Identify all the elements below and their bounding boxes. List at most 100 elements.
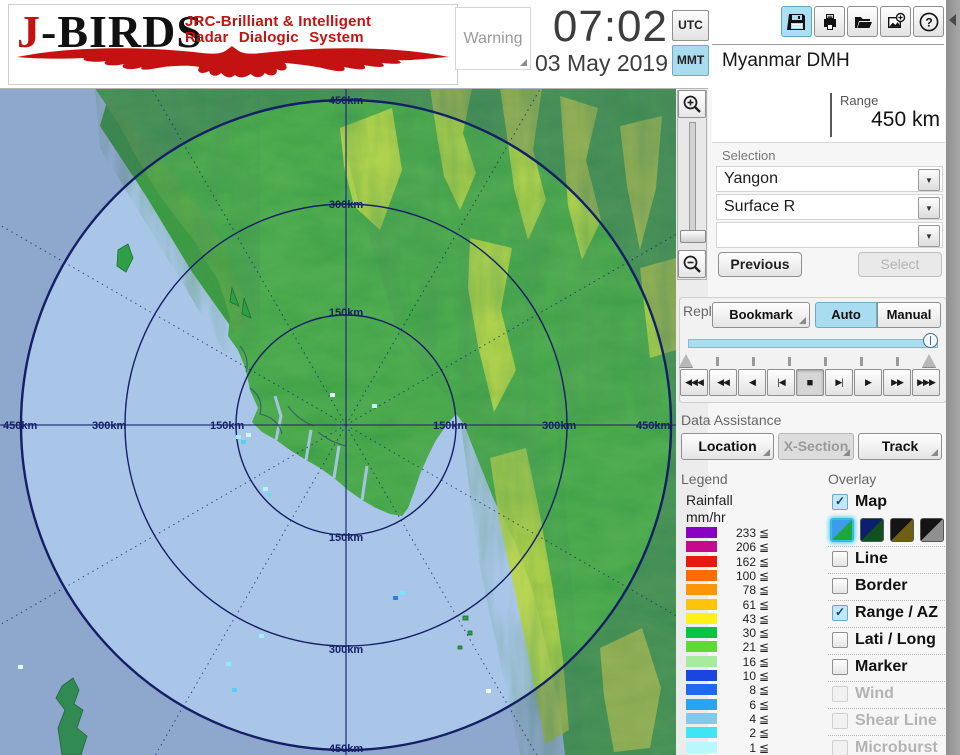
legend-swatch bbox=[686, 527, 717, 538]
legend-suffix: ≦ bbox=[759, 698, 769, 712]
marker-checkbox[interactable] bbox=[832, 659, 848, 675]
legend-swatch bbox=[686, 613, 717, 624]
lati-long-checkbox[interactable] bbox=[832, 632, 848, 648]
map-style-swatch-2[interactable] bbox=[860, 518, 884, 542]
overlay-row: Marker bbox=[828, 654, 945, 681]
rain-echo bbox=[259, 634, 264, 638]
rain-echo bbox=[263, 487, 268, 491]
selection-dropdown-3[interactable]: ▼ bbox=[716, 222, 943, 248]
playback-button-6[interactable]: ▶ bbox=[854, 369, 882, 396]
legend-row: 1≦ bbox=[686, 742, 816, 754]
playback-button-7[interactable]: ▶▶ bbox=[883, 369, 911, 396]
chevron-down-icon[interactable]: ▼ bbox=[918, 169, 940, 191]
legend-row: 162≦ bbox=[686, 556, 816, 568]
clock-time: 07:02 bbox=[500, 2, 668, 52]
overlay-item-label: Wind bbox=[855, 685, 894, 703]
legend-row: 2≦ bbox=[686, 727, 816, 739]
legend-suffix: ≦ bbox=[759, 712, 769, 726]
manual-button[interactable]: Manual bbox=[877, 302, 941, 328]
legend-value: 78 bbox=[720, 583, 756, 597]
auto-button[interactable]: Auto bbox=[815, 302, 877, 328]
panel-collapse-strip[interactable] bbox=[946, 0, 960, 755]
rain-echo bbox=[241, 440, 246, 444]
legend-row: 206≦ bbox=[686, 541, 816, 553]
map-style-swatch-1[interactable] bbox=[830, 518, 854, 542]
location-button[interactable]: Location bbox=[681, 433, 774, 460]
radar-map[interactable]: 450km 300km 150km 150km 300km 450km 450k… bbox=[0, 88, 676, 755]
map-style-swatch-3[interactable] bbox=[890, 518, 914, 542]
mmt-button[interactable]: MMT bbox=[672, 45, 709, 76]
help-icon: ? bbox=[918, 11, 940, 33]
map-checkbox[interactable]: ✓ bbox=[832, 494, 848, 510]
legend-suffix: ≦ bbox=[759, 569, 769, 583]
ring-label: 150km bbox=[433, 420, 467, 432]
playback-button-1[interactable]: ◀◀ bbox=[709, 369, 737, 396]
rain-echo bbox=[267, 493, 272, 497]
map-style-swatch-4[interactable] bbox=[920, 518, 944, 542]
help-button[interactable]: ? bbox=[913, 6, 944, 37]
selection-dropdown-2-value: Surface R bbox=[724, 198, 795, 216]
slider-start-marker[interactable] bbox=[679, 354, 693, 367]
zoom-in-icon bbox=[682, 94, 702, 114]
print-button[interactable] bbox=[814, 6, 845, 37]
rain-echo bbox=[372, 404, 377, 408]
track-button[interactable]: Track bbox=[858, 433, 942, 460]
row-separator bbox=[828, 573, 945, 574]
playback-button-4[interactable]: ■ bbox=[796, 369, 824, 396]
legend-row: 61≦ bbox=[686, 599, 816, 611]
rain-echo bbox=[246, 433, 251, 437]
utc-button[interactable]: UTC bbox=[672, 10, 709, 41]
legend-swatch bbox=[686, 541, 717, 552]
zoom-out-button[interactable] bbox=[678, 250, 706, 278]
legend-row: 10≦ bbox=[686, 670, 816, 682]
legend-swatch bbox=[686, 656, 717, 667]
replay-slider-thumb[interactable] bbox=[923, 333, 938, 348]
add-image-button[interactable] bbox=[880, 6, 911, 37]
zoom-slider-track[interactable] bbox=[689, 122, 696, 242]
legend-swatch bbox=[686, 684, 717, 695]
bookmark-button[interactable]: Bookmark bbox=[712, 302, 810, 328]
range-az-checkbox[interactable]: ✓ bbox=[832, 605, 848, 621]
legend-row: 16≦ bbox=[686, 656, 816, 668]
legend-suffix: ≦ bbox=[759, 526, 769, 540]
save-button[interactable] bbox=[781, 6, 812, 37]
x-section-button[interactable]: X-Section bbox=[778, 433, 854, 460]
slider-end-marker[interactable] bbox=[922, 354, 936, 367]
previous-button[interactable]: Previous bbox=[718, 252, 802, 277]
zoom-out-icon bbox=[682, 254, 702, 274]
legend-row: 21≦ bbox=[686, 641, 816, 653]
playback-button-2[interactable]: ◀ bbox=[738, 369, 766, 396]
legend-row: 100≦ bbox=[686, 570, 816, 582]
playback-button-3[interactable]: |◀ bbox=[767, 369, 795, 396]
playback-button-5[interactable]: ▶| bbox=[825, 369, 853, 396]
header-bar: J-BIRDS JRC-Brilliant & IntelligentRadar… bbox=[0, 0, 946, 89]
legend-swatch bbox=[686, 713, 717, 724]
collapse-arrow-icon[interactable] bbox=[949, 14, 956, 26]
legend-suffix: ≦ bbox=[759, 726, 769, 740]
selection-dropdown-1[interactable]: Yangon ▼ bbox=[716, 166, 943, 192]
overlay-row: Microburst bbox=[828, 735, 945, 755]
legend-swatch bbox=[686, 599, 717, 610]
app-logo: J-BIRDS JRC-Brilliant & IntelligentRadar… bbox=[8, 4, 458, 85]
slider-tick bbox=[860, 357, 863, 366]
chevron-down-icon[interactable]: ▼ bbox=[918, 197, 940, 219]
border-checkbox[interactable] bbox=[832, 578, 848, 594]
chevron-down-icon[interactable]: ▼ bbox=[918, 225, 940, 247]
range-label: Range bbox=[840, 93, 878, 108]
zoom-slider-thumb[interactable] bbox=[680, 230, 706, 243]
legend-title: Rainfallmm/hr bbox=[686, 492, 733, 526]
line-checkbox[interactable] bbox=[832, 551, 848, 567]
rain-echo bbox=[226, 662, 231, 666]
playback-button-8[interactable]: ▶▶▶ bbox=[912, 369, 940, 396]
legend-suffix: ≦ bbox=[759, 640, 769, 654]
playback-button-0[interactable]: ◀◀◀ bbox=[680, 369, 708, 396]
rain-echo bbox=[393, 596, 398, 600]
slider-tick bbox=[752, 357, 755, 366]
replay-slider-track[interactable] bbox=[688, 339, 938, 348]
select-button[interactable]: Select bbox=[858, 252, 942, 277]
legend-swatch bbox=[686, 742, 717, 753]
open-folder-button[interactable] bbox=[847, 6, 878, 37]
zoom-in-button[interactable] bbox=[678, 90, 706, 118]
legend-suffix: ≦ bbox=[759, 583, 769, 597]
selection-dropdown-2[interactable]: Surface R ▼ bbox=[716, 194, 943, 220]
